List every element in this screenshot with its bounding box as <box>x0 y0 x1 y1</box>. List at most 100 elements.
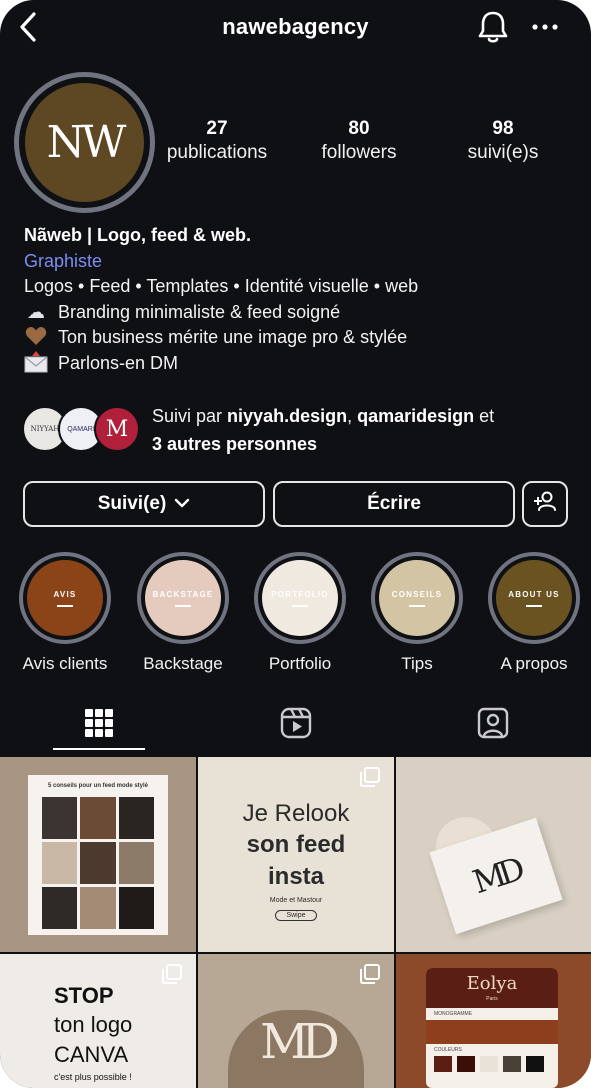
brand-tag: Paris <box>486 996 498 1002</box>
post-caption: Mode et Mastour <box>269 897 323 904</box>
highlight-label: Avis clients <box>22 654 108 673</box>
highlight-cover-text: AVIS <box>53 589 77 599</box>
swipe-button: Swipe <box>275 910 317 921</box>
highlight-backstage[interactable]: BACKSTAGE Backstage <box>128 552 238 674</box>
highlight-about[interactable]: ABOUT US A propos <box>479 552 589 674</box>
highlight-cover: CONSEILS <box>379 560 455 636</box>
brand-board: Eolya Paris MONOGRAMME COULEURS <box>426 968 558 1088</box>
post-headline: Je Relook <box>242 800 350 827</box>
stat-value: 80 <box>348 118 370 139</box>
brand-name: Eolya <box>466 973 518 994</box>
stat-label: suivi(e)s <box>467 142 539 163</box>
stat-following[interactable]: 98 suivi(e)s <box>433 118 573 166</box>
profile-screen: nawebagency NW 27 publications 80 follow… <box>0 0 591 1088</box>
brand-header: Eolya Paris <box>426 968 558 1008</box>
highlight-dash <box>175 604 191 607</box>
highlight-cover-text: ABOUT US <box>508 589 560 599</box>
more-options-icon[interactable] <box>530 12 560 42</box>
bio-line: ☁ Branding minimaliste & feed soigné <box>24 300 574 326</box>
stat-followers[interactable]: 80 followers <box>289 118 429 166</box>
post-card: 5 conseils pour un feed mode stylé <box>28 775 168 935</box>
post-headline: insta <box>267 863 324 890</box>
highlight-cover-text: CONSEILS <box>391 589 443 599</box>
highlight-cover-text: PORTFOLIO <box>271 589 329 599</box>
message-button[interactable]: Écrire <box>273 481 515 527</box>
post-tile[interactable]: MD <box>396 757 591 952</box>
top-bar: nawebagency <box>0 0 591 56</box>
highlight-ring: PORTFOLIO <box>254 552 346 644</box>
chevron-down-icon <box>174 493 190 515</box>
highlight-label: Tips <box>401 654 433 673</box>
tab-reels[interactable] <box>197 696 394 754</box>
highlight-label: A propos <box>500 654 568 673</box>
post-headline: ton logo <box>54 1012 133 1037</box>
highlight-tips[interactable]: CONSEILS Tips <box>362 552 472 674</box>
tab-tagged[interactable] <box>394 696 591 754</box>
brand-swatches <box>426 1056 558 1072</box>
following-button[interactable]: Suivi(e) <box>23 481 265 527</box>
brand-sub: MONOGRAMME <box>434 1011 473 1017</box>
suggest-users-button[interactable] <box>522 481 568 527</box>
highlight-ring: AVIS <box>19 552 111 644</box>
post-monogram: MD <box>260 1014 340 1070</box>
highlight-label: Portfolio <box>268 654 332 673</box>
brown-heart-icon <box>24 325 48 351</box>
mutual-user[interactable]: niyyah.design <box>227 406 347 426</box>
post-logo: MD <box>198 1014 394 1070</box>
highlight-ring: ABOUT US <box>488 552 580 644</box>
highlight-cover: AVIS <box>27 560 103 636</box>
mutual-avatar: M <box>94 406 140 452</box>
post-collage <box>42 797 154 929</box>
stat-value: 98 <box>492 118 514 139</box>
highlight-portfolio[interactable]: PORTFOLIO Portfolio <box>245 552 355 674</box>
notification-bell-icon[interactable] <box>476 9 510 45</box>
add-person-icon <box>533 490 557 518</box>
active-tab-indicator <box>53 748 145 750</box>
post-text-block: Je Relook son feed insta Mode et Mastour… <box>198 799 394 922</box>
post-tile[interactable]: Eolya Paris MONOGRAMME COULEURS <box>396 954 591 1088</box>
post-caption: c'est plus possible ! <box>54 1072 132 1082</box>
carousel-icon <box>162 964 182 984</box>
carousel-icon <box>360 964 380 984</box>
bio-text: Logos • Feed • Templates • Identité visu… <box>24 276 419 296</box>
post-tile[interactable]: MD <box>198 954 394 1088</box>
message-label: Écrire <box>367 493 421 514</box>
tab-posts-grid[interactable] <box>0 696 197 754</box>
followed-suffix: et <box>474 406 495 426</box>
bio-text: Parlons-en DM <box>58 352 179 373</box>
stat-label: followers <box>321 142 397 163</box>
followed-by[interactable]: NIYYAH QAMARI M Suivi par niyyah.design,… <box>22 400 582 460</box>
bio-text: Branding minimaliste & feed soigné <box>58 301 341 322</box>
post-headline: son feed <box>246 831 346 858</box>
stat-publications[interactable]: 27 publications <box>147 118 287 166</box>
bio-line: Logos • Feed • Templates • Identité visu… <box>24 274 574 300</box>
profile-tabs <box>0 696 591 754</box>
highlight-avis[interactable]: AVIS Avis clients <box>10 552 120 674</box>
grid-icon <box>84 708 114 743</box>
followed-separator: , <box>347 406 358 426</box>
profile-category[interactable]: Graphiste <box>24 248 574 274</box>
other-followers[interactable]: 3 autres personnes <box>152 434 317 454</box>
post-tile[interactable]: 5 conseils pour un feed mode stylé <box>0 757 196 952</box>
highlight-dash <box>292 604 308 607</box>
posts-grid: 5 conseils pour un feed mode stylé Je Re… <box>0 757 591 1088</box>
mutual-avatar-text: NIYYAH <box>30 425 60 433</box>
post-tile[interactable]: STOP ton logo CANVA c'est plus possible … <box>0 954 196 1088</box>
post-tile[interactable]: Je Relook son feed insta Mode et Mastour… <box>198 757 394 952</box>
highlight-cover: PORTFOLIO <box>262 560 338 636</box>
post-text-block: STOP ton logo CANVA c'est plus possible … <box>54 982 132 1082</box>
carousel-icon <box>360 767 380 787</box>
highlight-label: Backstage <box>143 654 223 673</box>
envelope-icon <box>24 350 48 377</box>
mutual-avatar-text: QAMARI <box>67 425 95 433</box>
bio-line: Parlons-en DM <box>24 350 574 377</box>
mutual-user[interactable]: qamaridesign <box>357 406 474 426</box>
following-label: Suivi(e) <box>97 493 167 514</box>
highlight-ring: CONSEILS <box>371 552 463 644</box>
highlight-cover: ABOUT US <box>496 560 572 636</box>
bio-line: Ton business mérite une image pro & styl… <box>24 325 574 351</box>
profile-avatar[interactable]: NW <box>14 72 155 213</box>
profile-bio: Nãweb | Logo, feed & web. Graphiste Logo… <box>24 222 574 376</box>
post-headline: CANVA <box>54 1042 129 1067</box>
brand-band <box>426 1020 558 1044</box>
